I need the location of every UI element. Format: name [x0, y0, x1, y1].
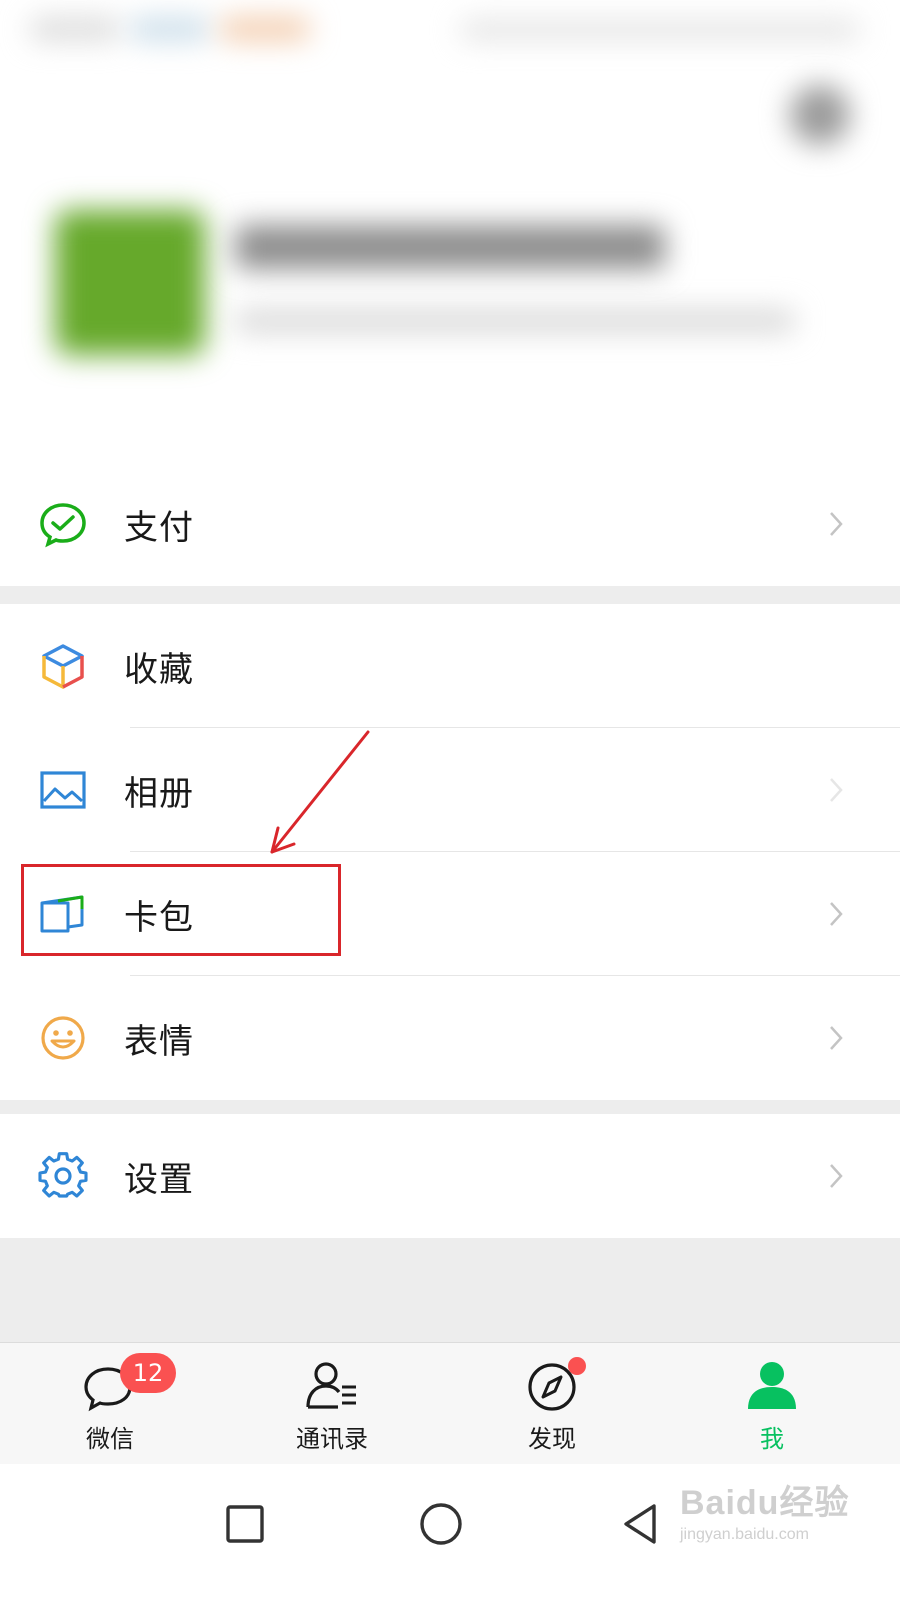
watermark-url: jingyan.baidu.com [680, 1526, 809, 1543]
status-bar-blurred [220, 18, 310, 40]
tab-me[interactable]: 我 [702, 1343, 842, 1465]
recent-apps-button[interactable] [215, 1494, 275, 1554]
tab-label: 通讯录 [296, 1425, 368, 1453]
tab-contacts[interactable]: 通讯录 [262, 1343, 402, 1465]
chevron-right-icon [822, 510, 850, 538]
favorites-cube-icon [38, 641, 88, 691]
contacts-icon [302, 1357, 362, 1413]
status-bar-blurred [460, 20, 860, 40]
menu-item-label: 设置 [124, 1159, 194, 1200]
home-button[interactable] [411, 1494, 471, 1554]
square-icon [226, 1505, 264, 1543]
tab-label: 我 [760, 1425, 784, 1453]
menu-group-pay: 支付 [0, 462, 900, 586]
annotation-highlight-box [21, 864, 341, 956]
new-indicator-dot [568, 1357, 586, 1375]
gear-icon [38, 1151, 88, 1201]
album-picture-icon [38, 765, 88, 815]
menu-group-main: 收藏 相册 卡包 表情 [0, 604, 900, 1100]
menu-group-settings: 设置 [0, 1114, 900, 1238]
annotation-arrow [270, 730, 370, 854]
tab-label: 发现 [528, 1425, 576, 1453]
wechat-pay-icon [38, 499, 88, 549]
watermark-logo: Baidu经验 [680, 1484, 850, 1522]
profile-id-blurred [235, 310, 795, 332]
menu-item-album[interactable]: 相册 [0, 728, 900, 852]
menu-item-label: 收藏 [124, 649, 194, 690]
compass-icon [522, 1357, 586, 1413]
chevron-right-icon [822, 776, 850, 804]
triangle-back-icon [624, 1504, 656, 1544]
status-bar-blurred [130, 18, 210, 40]
menu-item-pay[interactable]: 支付 [0, 462, 900, 586]
back-button[interactable] [610, 1494, 670, 1554]
tab-chats[interactable]: 12 微信 [40, 1343, 180, 1465]
status-bar-blurred [30, 18, 120, 40]
profile-header [0, 0, 900, 470]
chevron-right-icon [822, 1024, 850, 1052]
tab-discover[interactable]: 发现 [482, 1343, 622, 1465]
chevron-right-icon [822, 900, 850, 928]
menu-item-favorites[interactable]: 收藏 [0, 604, 900, 728]
baidu-jingyan-watermark: Baidu经验 jingyan.baidu.com [680, 1475, 890, 1565]
menu-item-stickers[interactable]: 表情 [0, 976, 900, 1100]
camera-icon[interactable] [790, 85, 850, 145]
chevron-right-icon [822, 1162, 850, 1190]
tab-label: 微信 [86, 1425, 134, 1453]
circle-icon [420, 1503, 462, 1545]
person-icon [742, 1357, 802, 1413]
smiley-face-icon [38, 1013, 88, 1063]
avatar[interactable] [55, 210, 205, 355]
chat-bubble-icon: 12 [80, 1353, 176, 1413]
menu-item-settings[interactable]: 设置 [0, 1114, 900, 1238]
menu-item-label: 相册 [124, 773, 194, 814]
menu-item-label: 支付 [124, 507, 194, 548]
unread-badge: 12 [120, 1353, 176, 1393]
bottom-tab-bar: 12 微信 通讯录 发现 我 [0, 1342, 900, 1464]
menu-item-label: 表情 [124, 1021, 194, 1062]
profile-name-blurred [235, 225, 665, 269]
